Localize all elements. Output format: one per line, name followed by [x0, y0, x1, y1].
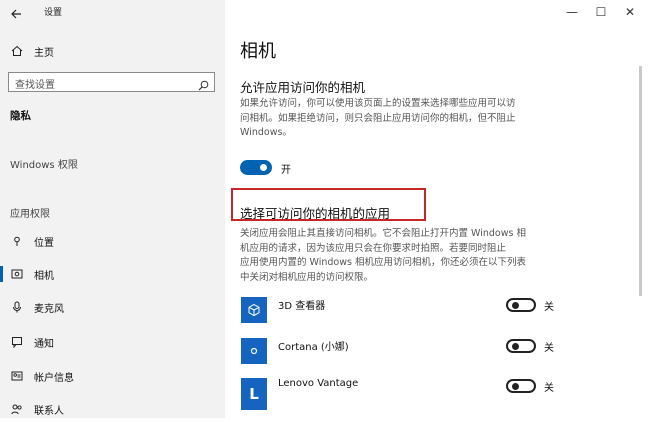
choose-apps-heading: 选择可访问你的相机的应用 [240, 206, 391, 221]
sidebar: 设置 主页 查找设置 隐私 Windows 权限 应用权限 位置 相机 麦克风 [0, 0, 225, 418]
toggle-knob [512, 343, 519, 350]
toggle-knob [260, 164, 267, 171]
toggle-state-label: 关 [544, 383, 554, 394]
close-button[interactable]: ✕ [617, 2, 643, 22]
sidebar-item-label: 主页 [34, 47, 54, 59]
back-button[interactable] [10, 5, 24, 19]
sidebar-item-contacts[interactable]: 联系人 [0, 396, 225, 422]
sidebar-item-account-info[interactable]: 帐户信息 [0, 363, 225, 389]
allow-access-heading: 允许应用访问你的相机 [240, 80, 366, 95]
sidebar-item-label: 麦克风 [34, 303, 64, 315]
home-icon [10, 44, 24, 58]
scrollbar[interactable] [639, 66, 642, 296]
app-access-toggle[interactable] [506, 379, 536, 393]
app-name: 3D 查看器 [278, 301, 326, 312]
camera-icon [10, 267, 24, 281]
selected-indicator [0, 266, 3, 282]
minimize-button[interactable]: — [559, 2, 585, 22]
sidebar-item-notifications[interactable]: 通知 [0, 329, 225, 355]
notification-icon [10, 335, 24, 349]
description-line: 关闭应用会阻止其直接访问相机。它不会阻止打开内置 Windows 相 [240, 228, 526, 239]
sidebar-item-label: 位置 [34, 237, 54, 249]
list-item: Cortana (小娜) 关 [241, 338, 631, 370]
sidebar-item-home[interactable]: 主页 [0, 38, 225, 64]
window-title: 设置 [44, 8, 63, 18]
description-line: 如果允许访问，你可以使用该页面上的设置来选择哪些应用可以访 [240, 98, 516, 109]
camera-access-toggle[interactable] [240, 160, 272, 175]
search-placeholder: 查找设置 [15, 80, 55, 91]
cube-icon [241, 297, 267, 323]
toggle-state-label: 关 [544, 302, 554, 313]
app-permissions-heading: 应用权限 [10, 209, 50, 220]
sidebar-item-microphone[interactable]: 麦克风 [0, 294, 225, 320]
camera-access-toggle-label: 开 [281, 165, 291, 176]
microphone-icon [10, 300, 24, 314]
toggle-knob [512, 383, 519, 390]
sidebar-item-location[interactable]: 位置 [0, 228, 225, 254]
description-line: 问相机。如果拒绝访问，则只会阻止应用访问你的相机，但不阻止 [240, 112, 516, 124]
lenovo-l-icon: L [241, 378, 267, 410]
page-title: 相机 [240, 41, 276, 62]
list-item: L Lenovo Vantage 关 [241, 378, 631, 410]
lenovo-l-glyph: L [249, 385, 259, 403]
location-icon [10, 234, 24, 248]
sidebar-item-label: 相机 [34, 270, 54, 282]
toggle-state-label: 关 [544, 343, 554, 354]
toggle-knob [512, 302, 519, 309]
windows-permissions-heading: Windows 权限 [10, 160, 78, 171]
description-line: 应用使用内置的 Windows 相机应用访问相机，你还必须在以下列表 [240, 257, 526, 268]
description-line: 中关闭对相机应用的访问权限。 [240, 271, 374, 283]
sidebar-item-label: 通知 [34, 338, 54, 350]
account-info-icon [10, 369, 24, 383]
sidebar-item-label: 帐户信息 [34, 372, 74, 384]
cortana-circle-icon [241, 338, 267, 364]
app-access-toggle[interactable] [506, 298, 536, 312]
privacy-heading: 隐私 [10, 110, 31, 122]
sidebar-item-camera[interactable]: 相机 [0, 261, 225, 287]
search-icon [198, 76, 209, 95]
search-input[interactable]: 查找设置 [8, 72, 215, 92]
sidebar-item-label: 联系人 [34, 405, 64, 417]
app-access-toggle[interactable] [506, 339, 536, 353]
list-item: 3D 查看器 关 [241, 297, 631, 329]
back-arrow-icon [11, 9, 21, 19]
allow-access-description: 如果允许访问，你可以使用该页面上的设置来选择哪些应用可以访 问相机。如果拒绝访问… [240, 97, 595, 141]
description-line: 机应用的请求，因为该应用只会在你要求时拍照。若要同时阻止 [240, 242, 507, 254]
description-line: Windows。 [240, 127, 292, 138]
app-name: Lenovo Vantage [278, 378, 359, 389]
choose-apps-description: 关闭应用会阻止其直接访问相机。它不会阻止打开内置 Windows 相 机应用的请… [240, 227, 600, 285]
app-name: Cortana (小娜) [278, 342, 349, 353]
contacts-icon [10, 402, 24, 416]
maximize-button[interactable]: ☐ [588, 2, 614, 22]
